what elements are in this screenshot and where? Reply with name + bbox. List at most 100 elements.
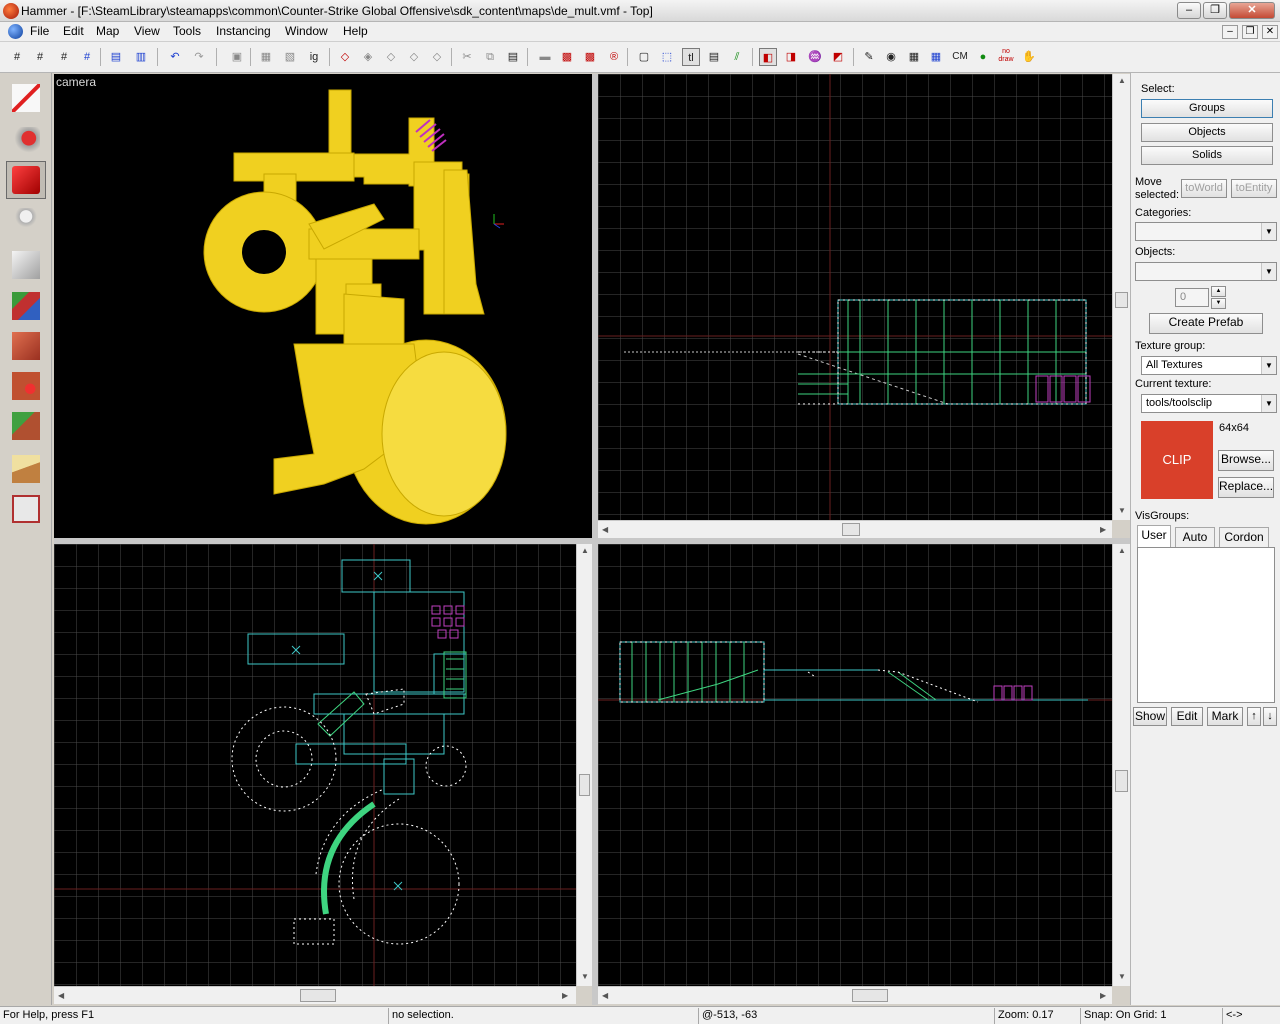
- visgroup-mark-button[interactable]: Mark: [1207, 707, 1243, 726]
- copy-icon[interactable]: ⧉: [481, 48, 499, 66]
- entity-report-icon[interactable]: ▦: [927, 48, 945, 66]
- tab-cordon[interactable]: Cordon: [1219, 527, 1269, 547]
- mdi-close-button[interactable]: ✕: [1262, 25, 1278, 39]
- clipping-tool[interactable]: [6, 450, 46, 488]
- texture-preview[interactable]: CLIP: [1141, 421, 1213, 499]
- scroll-thumb[interactable]: [1115, 770, 1128, 792]
- visgroups-list[interactable]: [1137, 547, 1275, 703]
- current-texture-combo[interactable]: tools/toolsclip ▼: [1141, 394, 1277, 413]
- apply-current-texture-tool[interactable]: [6, 327, 46, 365]
- hide-items-icon[interactable]: ✎: [860, 48, 878, 66]
- toggle-texlock-label[interactable]: tl: [682, 48, 700, 66]
- front-viewport[interactable]: [598, 544, 1112, 986]
- mdi-restore-button[interactable]: ❐: [1242, 25, 1258, 39]
- menu-view[interactable]: View: [134, 24, 160, 38]
- spinner-down-button[interactable]: ▼: [1211, 298, 1226, 309]
- toggle-models-icon[interactable]: ▩: [558, 48, 576, 66]
- menu-instancing[interactable]: Instancing: [216, 24, 271, 38]
- sound-icon[interactable]: ◉: [882, 48, 900, 66]
- align-icon[interactable]: ◇: [382, 48, 400, 66]
- objects-combo[interactable]: ▼: [1135, 262, 1277, 281]
- select-by-handles-icon[interactable]: ▢: [635, 48, 653, 66]
- nodraw-label[interactable]: no draw: [997, 48, 1015, 66]
- texture-group-combo[interactable]: All Textures ▼: [1141, 356, 1277, 375]
- vertex-tool[interactable]: [6, 490, 46, 528]
- redo-icon[interactable]: ↷: [190, 48, 208, 66]
- map-info-icon[interactable]: ▦: [905, 48, 923, 66]
- flip-icon[interactable]: ◇: [405, 48, 423, 66]
- ignore-groups-icon[interactable]: ig: [305, 48, 323, 66]
- grid-smaller-icon[interactable]: #: [31, 48, 49, 66]
- side-viewport-vscroll[interactable]: ▲ ▼: [1112, 74, 1130, 520]
- menu-tools[interactable]: Tools: [173, 24, 201, 38]
- close-button[interactable]: ✕: [1229, 2, 1275, 19]
- overlay-tool[interactable]: [6, 407, 46, 445]
- side-viewport[interactable]: [598, 74, 1112, 520]
- auto-select-icon[interactable]: ⬚: [658, 48, 676, 66]
- camera-viewport[interactable]: camera: [54, 74, 592, 538]
- spinner-up-button[interactable]: ▲: [1211, 286, 1226, 297]
- block-tool[interactable]: [6, 246, 46, 284]
- scroll-thumb[interactable]: [852, 989, 888, 1002]
- hammer-app-icon[interactable]: [3, 3, 19, 19]
- cubemap-label[interactable]: CM: [950, 48, 970, 66]
- replace-button[interactable]: Replace...: [1218, 477, 1274, 498]
- instance-icon[interactable]: ✋: [1020, 48, 1038, 66]
- selection-tool[interactable]: [6, 79, 46, 117]
- scroll-thumb[interactable]: [842, 523, 860, 536]
- document-icon[interactable]: [8, 24, 23, 39]
- cut-icon[interactable]: ✂: [458, 48, 476, 66]
- group-icon[interactable]: ▤: [107, 48, 125, 66]
- scroll-thumb[interactable]: [579, 774, 590, 796]
- vis-group-icon[interactable]: ◧: [759, 48, 777, 66]
- toggle-helpers-icon[interactable]: ▬: [536, 48, 554, 66]
- scroll-thumb[interactable]: [1115, 292, 1128, 308]
- to-entity-button[interactable]: toEntity: [1231, 179, 1277, 198]
- leaf-icon[interactable]: ●: [974, 48, 992, 66]
- visgroup-move-down-icon[interactable]: ↓: [1263, 707, 1277, 726]
- hollow-icon[interactable]: ▧: [281, 48, 299, 66]
- maximize-button[interactable]: ❐: [1203, 2, 1227, 19]
- hide-selected-icon[interactable]: ▣: [228, 48, 246, 66]
- visgroup-show-button[interactable]: Show: [1133, 707, 1167, 726]
- create-prefab-button[interactable]: Create Prefab: [1149, 313, 1263, 334]
- texture-application-tool[interactable]: [6, 287, 46, 325]
- front-viewport-hscroll[interactable]: ◀ ▶: [598, 986, 1112, 1004]
- toggle-decals-icon[interactable]: ▩: [581, 48, 599, 66]
- decal-tool[interactable]: [6, 367, 46, 405]
- object-index-input[interactable]: 0: [1175, 288, 1209, 307]
- camera-viewport-label[interactable]: camera: [56, 75, 96, 89]
- toggle-3d-grid-icon[interactable]: ◨: [782, 48, 800, 66]
- carve-icon[interactable]: ▦: [257, 48, 275, 66]
- tab-auto[interactable]: Auto: [1175, 527, 1215, 547]
- rotate-icon[interactable]: ◇: [428, 48, 446, 66]
- tab-user[interactable]: User: [1137, 525, 1171, 547]
- front-viewport-vscroll[interactable]: ▲ ▼: [1112, 544, 1130, 986]
- menu-edit[interactable]: Edit: [63, 24, 84, 38]
- menu-help[interactable]: Help: [343, 24, 368, 38]
- toggle-model-fade-icon[interactable]: ◩: [829, 48, 847, 66]
- top-viewport[interactable]: [54, 544, 576, 986]
- sprite-icon[interactable]: ♒: [806, 48, 824, 66]
- menu-window[interactable]: Window: [285, 24, 328, 38]
- paste-icon[interactable]: ▤: [504, 48, 522, 66]
- grid-icon[interactable]: #: [8, 48, 26, 66]
- menu-map[interactable]: Map: [96, 24, 119, 38]
- ungroup-icon[interactable]: ▥: [132, 48, 150, 66]
- scroll-thumb[interactable]: [300, 989, 336, 1002]
- compile-icon[interactable]: ⫽: [728, 48, 746, 66]
- minimize-button[interactable]: –: [1177, 2, 1201, 19]
- cordon-icon[interactable]: ▤: [705, 48, 723, 66]
- browse-button[interactable]: Browse...: [1218, 450, 1274, 471]
- visgroup-edit-button[interactable]: Edit: [1171, 707, 1203, 726]
- magnify-tool[interactable]: [6, 122, 46, 160]
- undo-icon[interactable]: ↶: [166, 48, 184, 66]
- entity-tool[interactable]: [6, 203, 46, 241]
- side-viewport-hscroll[interactable]: ◀ ▶: [598, 520, 1112, 538]
- to-world-button[interactable]: toWorld: [1181, 179, 1227, 198]
- menu-file[interactable]: File: [30, 24, 49, 38]
- grid-larger-icon[interactable]: #: [55, 48, 73, 66]
- select-groups-button[interactable]: Groups: [1141, 99, 1273, 118]
- top-viewport-hscroll[interactable]: ◀ ▶: [54, 986, 576, 1004]
- select-objects-button[interactable]: Objects: [1141, 123, 1273, 142]
